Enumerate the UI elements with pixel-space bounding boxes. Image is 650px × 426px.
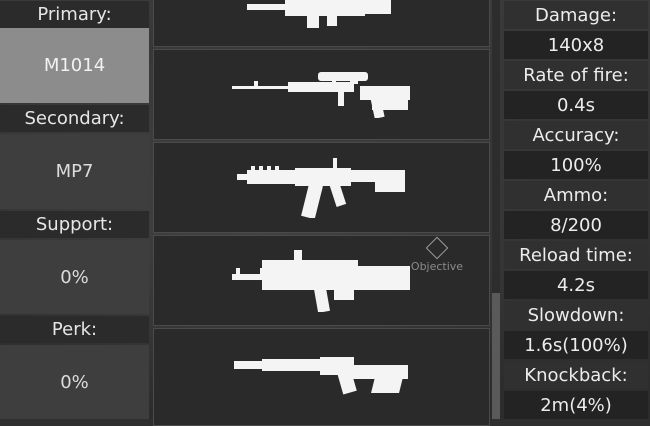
secondary-slot-button[interactable]: MP7 [0,134,149,209]
objective-label: Objective [410,260,464,273]
support-label: Support: [0,211,149,238]
loadout-panel: Primary: M1014 Secondary: MP7 Support: 0… [0,0,149,419]
assault-rifle-icon [246,0,391,28]
ammo-value: 8/200 [504,211,648,239]
scrollbar-thumb[interactable] [492,293,500,419]
accuracy-label: Accuracy: [504,121,648,149]
damage-value: 140x8 [504,31,648,59]
damage-label: Damage: [504,1,648,29]
slowdown-label: Slowdown: [504,301,648,329]
knockback-value: 2m(4%) [504,391,648,419]
carbine-rifle-icon [236,157,405,218]
reload-time-value: 4.2s [504,271,648,299]
slowdown-value: 1.6s(100%) [504,331,648,359]
weapon-card-pump-shotgun[interactable] [153,328,490,426]
perk-label: Perk: [0,316,149,343]
ammo-label: Ammo: [504,181,648,209]
weapon-stats-panel: Damage: 140x8 Rate of fire: 0.4s Accurac… [504,0,648,419]
rate-of-fire-value: 0.4s [504,91,648,119]
primary-label: Primary: [0,1,149,28]
weapon-card-assault-rifle[interactable] [153,0,490,47]
rate-of-fire-label: Rate of fire: [504,61,648,89]
objective-marker: Objective [407,236,467,280]
weapon-card-sniper-rifle[interactable] [153,49,490,140]
secondary-label: Secondary: [0,105,149,132]
reload-time-label: Reload time: [504,241,648,269]
knockback-label: Knockback: [504,361,648,389]
primary-slot-button[interactable]: M1014 [0,28,149,103]
objective-diamond-icon [425,236,449,260]
weapon-card-carbine-rifle[interactable] [153,142,490,233]
support-slot-button[interactable]: 0% [0,240,149,314]
perk-slot-button[interactable]: 0% [0,345,149,419]
auto-shotgun-icon [231,249,410,312]
weapon-list-scrollbar[interactable] [492,0,500,419]
accuracy-value: 100% [504,151,648,179]
pump-shotgun-icon [233,357,408,395]
sniper-rifle-icon [231,71,410,118]
weapon-list [153,0,490,426]
